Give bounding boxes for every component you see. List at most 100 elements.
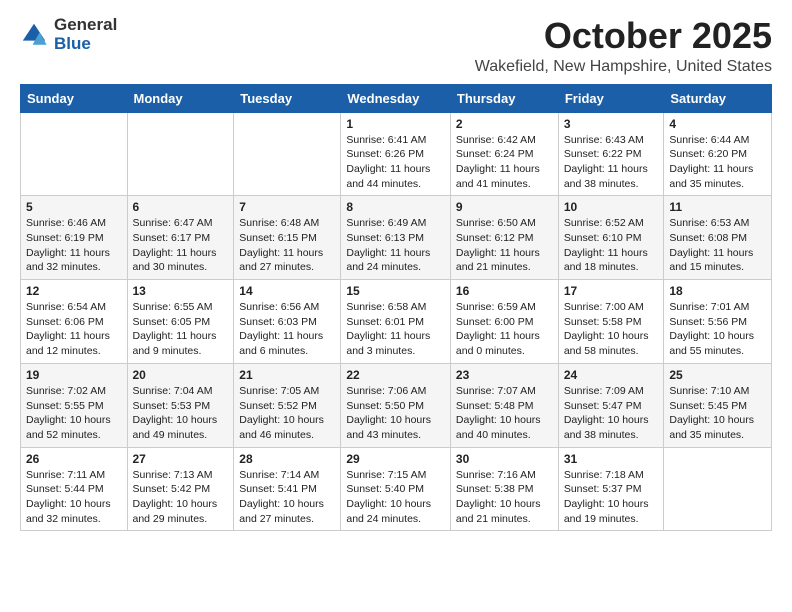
day-content: Sunrise: 6:53 AM Sunset: 6:08 PM Dayligh…: [669, 216, 766, 275]
day-number: 23: [456, 368, 553, 382]
day-content: Sunrise: 7:10 AM Sunset: 5:45 PM Dayligh…: [669, 384, 766, 443]
day-content: Sunrise: 7:06 AM Sunset: 5:50 PM Dayligh…: [346, 384, 445, 443]
calendar-table: SundayMondayTuesdayWednesdayThursdayFrid…: [20, 84, 772, 532]
calendar-cell: 29 Sunrise: 7:15 AM Sunset: 5:40 PM Dayli…: [341, 447, 451, 531]
day-number: 15: [346, 284, 445, 298]
calendar-cell: 5Sunrise: 6:46 AM Sunset: 6:19 PM Daylig…: [21, 196, 128, 280]
day-content: Sunrise: 7:01 AM Sunset: 5:56 PM Dayligh…: [669, 300, 766, 359]
day-number: 9: [456, 200, 553, 214]
day-number: 14: [239, 284, 335, 298]
day-number: 25: [669, 368, 766, 382]
calendar-cell: 13Sunrise: 6:55 AM Sunset: 6:05 PM Dayli…: [127, 280, 234, 364]
day-content: Sunrise: 7:16 AM Sunset: 5:38 PM Dayligh…: [456, 468, 553, 527]
calendar-header-row: SundayMondayTuesdayWednesdayThursdayFrid…: [21, 84, 772, 112]
title-block: October 2025 Wakefield, New Hampshire, U…: [475, 16, 772, 76]
calendar-cell: 15 Sunrise: 6:58 AM Sunset: 6:01 PM Dayli…: [341, 280, 451, 364]
day-content: Sunrise: 7:15 AM Sunset: 5:40 PM Dayligh…: [346, 468, 445, 527]
day-number: 16: [456, 284, 553, 298]
calendar-cell: 11Sunrise: 6:53 AM Sunset: 6:08 PM Dayli…: [664, 196, 772, 280]
day-number: 2: [456, 117, 553, 131]
day-content: Sunrise: 7:04 AM Sunset: 5:53 PM Dayligh…: [133, 384, 229, 443]
day-of-week-header: Tuesday: [234, 84, 341, 112]
day-content: Sunrise: 6:56 AM Sunset: 6:03 PM Dayligh…: [239, 300, 335, 359]
calendar-cell: 20 Sunrise: 7:04 AM Sunset: 5:53 PM Dayli…: [127, 363, 234, 447]
calendar-cell: 14 Sunrise: 6:56 AM Sunset: 6:03 PM Dayli…: [234, 280, 341, 364]
day-content: Sunrise: 7:00 AM Sunset: 5:58 PM Dayligh…: [564, 300, 659, 359]
day-content: Sunrise: 7:02 AM Sunset: 5:55 PM Dayligh…: [26, 384, 122, 443]
calendar-cell: 21Sunrise: 7:05 AM Sunset: 5:52 PM Dayli…: [234, 363, 341, 447]
calendar-cell: 2 Sunrise: 6:42 AM Sunset: 6:24 PM Daylig…: [450, 112, 558, 196]
calendar-cell: 17 Sunrise: 7:00 AM Sunset: 5:58 PM Dayli…: [558, 280, 664, 364]
calendar-week-row: 12Sunrise: 6:54 AM Sunset: 6:06 PM Dayli…: [21, 280, 772, 364]
day-number: 20: [133, 368, 229, 382]
day-number: 22: [346, 368, 445, 382]
calendar-cell: 24Sunrise: 7:09 AM Sunset: 5:47 PM Dayli…: [558, 363, 664, 447]
day-number: 1: [346, 117, 445, 131]
day-number: 31: [564, 452, 659, 466]
day-number: 24: [564, 368, 659, 382]
day-of-week-header: Saturday: [664, 84, 772, 112]
day-content: Sunrise: 7:05 AM Sunset: 5:52 PM Dayligh…: [239, 384, 335, 443]
day-content: Sunrise: 6:54 AM Sunset: 6:06 PM Dayligh…: [26, 300, 122, 359]
calendar-cell: 28Sunrise: 7:14 AM Sunset: 5:41 PM Dayli…: [234, 447, 341, 531]
day-content: Sunrise: 6:58 AM Sunset: 6:01 PM Dayligh…: [346, 300, 445, 359]
day-number: 17: [564, 284, 659, 298]
calendar-cell: [21, 112, 128, 196]
calendar-cell: 22 Sunrise: 7:06 AM Sunset: 5:50 PM Dayli…: [341, 363, 451, 447]
calendar-cell: 9 Sunrise: 6:50 AM Sunset: 6:12 PM Daylig…: [450, 196, 558, 280]
day-of-week-header: Thursday: [450, 84, 558, 112]
day-content: Sunrise: 6:49 AM Sunset: 6:13 PM Dayligh…: [346, 216, 445, 275]
day-content: Sunrise: 7:13 AM Sunset: 5:42 PM Dayligh…: [133, 468, 229, 527]
logo-icon: [20, 21, 48, 49]
calendar-cell: 8 Sunrise: 6:49 AM Sunset: 6:13 PM Daylig…: [341, 196, 451, 280]
day-content: Sunrise: 6:44 AM Sunset: 6:20 PM Dayligh…: [669, 133, 766, 192]
calendar-cell: [234, 112, 341, 196]
day-of-week-header: Monday: [127, 84, 234, 112]
day-of-week-header: Wednesday: [341, 84, 451, 112]
calendar-cell: 23 Sunrise: 7:07 AM Sunset: 5:48 PM Dayli…: [450, 363, 558, 447]
day-number: 18: [669, 284, 766, 298]
logo-blue: Blue: [54, 35, 117, 54]
day-number: 6: [133, 200, 229, 214]
day-number: 19: [26, 368, 122, 382]
calendar-cell: 10 Sunrise: 6:52 AM Sunset: 6:10 PM Dayli…: [558, 196, 664, 280]
day-number: 5: [26, 200, 122, 214]
page-container: General Blue October 2025 Wakefield, New…: [0, 0, 792, 541]
logo-general: General: [54, 16, 117, 35]
calendar-week-row: 26 Sunrise: 7:11 AM Sunset: 5:44 PM Dayli…: [21, 447, 772, 531]
calendar-cell: 3Sunrise: 6:43 AM Sunset: 6:22 PM Daylig…: [558, 112, 664, 196]
day-content: Sunrise: 7:07 AM Sunset: 5:48 PM Dayligh…: [456, 384, 553, 443]
day-number: 3: [564, 117, 659, 131]
day-number: 8: [346, 200, 445, 214]
calendar-cell: [664, 447, 772, 531]
day-of-week-header: Friday: [558, 84, 664, 112]
day-number: 10: [564, 200, 659, 214]
day-content: Sunrise: 6:41 AM Sunset: 6:26 PM Dayligh…: [346, 133, 445, 192]
calendar-cell: 27Sunrise: 7:13 AM Sunset: 5:42 PM Dayli…: [127, 447, 234, 531]
header: General Blue October 2025 Wakefield, New…: [20, 16, 772, 76]
logo-text: General Blue: [54, 16, 117, 53]
day-content: Sunrise: 6:52 AM Sunset: 6:10 PM Dayligh…: [564, 216, 659, 275]
day-content: Sunrise: 6:59 AM Sunset: 6:00 PM Dayligh…: [456, 300, 553, 359]
calendar-cell: 26 Sunrise: 7:11 AM Sunset: 5:44 PM Dayli…: [21, 447, 128, 531]
calendar-cell: 4 Sunrise: 6:44 AM Sunset: 6:20 PM Daylig…: [664, 112, 772, 196]
calendar-cell: 19 Sunrise: 7:02 AM Sunset: 5:55 PM Dayli…: [21, 363, 128, 447]
calendar-week-row: 5Sunrise: 6:46 AM Sunset: 6:19 PM Daylig…: [21, 196, 772, 280]
logo: General Blue: [20, 16, 117, 53]
calendar-week-row: 19 Sunrise: 7:02 AM Sunset: 5:55 PM Dayli…: [21, 363, 772, 447]
day-number: 4: [669, 117, 766, 131]
day-number: 29: [346, 452, 445, 466]
calendar-cell: 1 Sunrise: 6:41 AM Sunset: 6:26 PM Daylig…: [341, 112, 451, 196]
calendar-cell: 31 Sunrise: 7:18 AM Sunset: 5:37 PM Dayli…: [558, 447, 664, 531]
day-number: 7: [239, 200, 335, 214]
location: Wakefield, New Hampshire, United States: [475, 58, 772, 76]
calendar-cell: 12Sunrise: 6:54 AM Sunset: 6:06 PM Dayli…: [21, 280, 128, 364]
day-number: 26: [26, 452, 122, 466]
calendar-cell: 16 Sunrise: 6:59 AM Sunset: 6:00 PM Dayli…: [450, 280, 558, 364]
day-content: Sunrise: 7:11 AM Sunset: 5:44 PM Dayligh…: [26, 468, 122, 527]
day-content: Sunrise: 6:50 AM Sunset: 6:12 PM Dayligh…: [456, 216, 553, 275]
day-content: Sunrise: 7:18 AM Sunset: 5:37 PM Dayligh…: [564, 468, 659, 527]
day-content: Sunrise: 6:42 AM Sunset: 6:24 PM Dayligh…: [456, 133, 553, 192]
calendar-cell: 30Sunrise: 7:16 AM Sunset: 5:38 PM Dayli…: [450, 447, 558, 531]
day-content: Sunrise: 6:47 AM Sunset: 6:17 PM Dayligh…: [133, 216, 229, 275]
